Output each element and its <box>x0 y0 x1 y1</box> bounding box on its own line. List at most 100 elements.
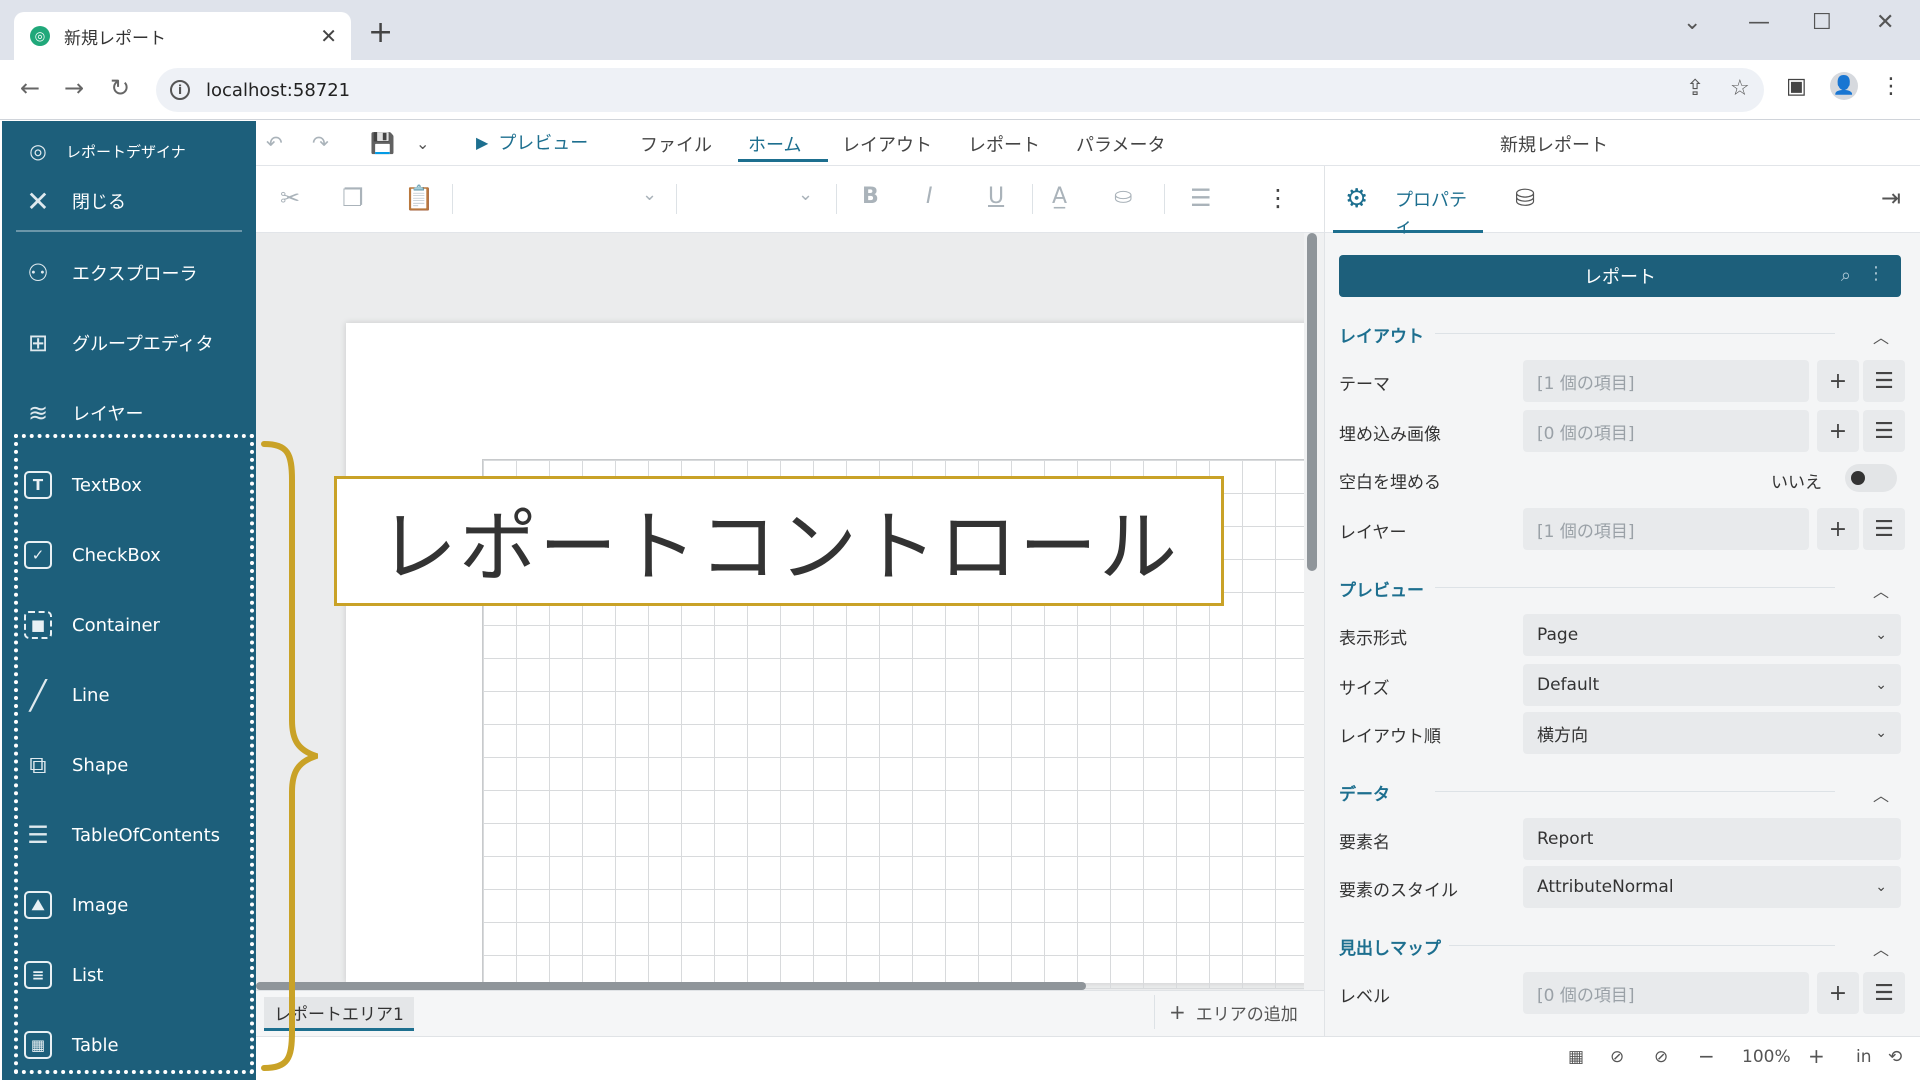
more-tools-icon[interactable]: ⋮ <box>1266 184 1290 212</box>
property-label: レベル <box>1339 987 1390 1007</box>
sidebar-item-group-editor[interactable]: ⊞ グループエディタ <box>2 323 256 363</box>
fill-color-icon[interactable]: ⛀ <box>1114 184 1132 209</box>
save-dropdown-icon[interactable]: ⌄ <box>416 134 429 153</box>
add-icon[interactable]: + <box>1817 972 1859 1014</box>
preview-button[interactable]: ▶ プレビュー <box>476 129 588 155</box>
control-label: Shape <box>72 754 129 776</box>
control-list[interactable]: ≡ List <box>2 955 256 995</box>
selected-object-header[interactable]: レポート ⌕ ⋮ <box>1339 255 1901 297</box>
site-info-icon[interactable]: i <box>170 80 190 100</box>
back-icon[interactable]: ← <box>20 74 40 102</box>
chevron-up-icon[interactable]: ︿ <box>1873 578 1889 602</box>
list-icon: ≡ <box>24 961 52 989</box>
sidebar-item-explorer[interactable]: ⚇ エクスプローラ <box>2 253 256 293</box>
property-label: レイヤー <box>1339 523 1407 543</box>
more-options-icon[interactable]: ⋮ <box>1867 263 1885 284</box>
layers-field[interactable]: [1 個の項目] <box>1523 508 1809 550</box>
control-shape[interactable]: ⧉ Shape <box>2 745 256 785</box>
embedded-images-field[interactable]: [0 個の項目] <box>1523 410 1809 452</box>
chevron-up-icon[interactable]: ︿ <box>1873 936 1889 960</box>
list-menu-icon[interactable]: ☰ <box>1863 972 1905 1014</box>
tab-properties-label: プロパティ <box>1395 190 1467 237</box>
browser-menu-icon[interactable]: ⋮ <box>1880 74 1902 99</box>
list-menu-icon[interactable]: ☰ <box>1863 410 1905 452</box>
zoom-in-button[interactable]: + <box>1808 1044 1825 1068</box>
control-table-of-contents[interactable]: ☰ TableOfContents <box>2 815 256 855</box>
canvas-vertical-scrollbar[interactable] <box>1307 233 1317 571</box>
url-field[interactable]: i localhost:58721 ⇪ ☆ <box>156 68 1764 112</box>
redo-icon[interactable]: ↷ <box>312 131 329 155</box>
align-icon[interactable]: ☰ <box>1190 184 1212 212</box>
cut-icon[interactable]: ✂ <box>280 184 300 212</box>
minimize-icon[interactable]: — <box>1748 10 1770 35</box>
add-area-button[interactable]: + エリアの追加 <box>1154 995 1298 1029</box>
section-bookmarks-title: 見出しマップ <box>1339 939 1441 959</box>
menu-parameters[interactable]: パラメータ <box>1076 131 1165 157</box>
control-textbox[interactable]: T TextBox <box>2 465 256 505</box>
close-designer-button[interactable]: ✕ 閉じる <box>2 183 256 219</box>
theme-field[interactable]: [1 個の項目] <box>1523 360 1809 402</box>
close-tab-icon[interactable]: ✕ <box>320 24 337 48</box>
collapse-panel-icon[interactable]: ⇥ <box>1881 184 1901 212</box>
font-family-dropdown[interactable]: ⌄ <box>642 184 657 205</box>
tab-properties[interactable]: ⚙ プロパティ <box>1333 166 1483 237</box>
menu-home[interactable]: ホーム <box>748 131 801 157</box>
snap-toggle-icon[interactable]: ⊘ <box>1610 1047 1624 1067</box>
chevron-up-icon[interactable]: ︿ <box>1873 782 1889 806</box>
new-tab-icon[interactable]: + <box>368 18 393 48</box>
sidebar-item-layers[interactable]: ≋ レイヤー <box>2 393 256 433</box>
bold-icon[interactable]: B <box>862 184 879 209</box>
display-format-select[interactable]: Page ⌄ <box>1523 614 1901 656</box>
control-table[interactable]: ▦ Table <box>2 1025 256 1065</box>
history-icon[interactable]: ⟲ <box>1888 1047 1902 1067</box>
tab-search-icon[interactable]: ⌄ <box>1683 10 1701 35</box>
element-style-select[interactable]: AttributeNormal ⌄ <box>1523 866 1901 908</box>
bookmark-star-icon[interactable]: ☆ <box>1730 76 1750 101</box>
control-line[interactable]: ╱ Line <box>2 675 256 715</box>
report-page[interactable] <box>346 323 1314 989</box>
unit-selector[interactable]: in <box>1856 1047 1872 1067</box>
underline-icon[interactable]: U <box>988 184 1004 209</box>
grid-toggle-icon[interactable]: ▦ <box>1568 1047 1584 1067</box>
data-source-icon[interactable]: ⛁ <box>1515 184 1535 212</box>
profile-avatar-icon[interactable]: 👤 <box>1830 72 1858 100</box>
add-icon[interactable]: + <box>1817 410 1859 452</box>
add-icon[interactable]: + <box>1817 508 1859 550</box>
element-name-field[interactable]: Report <box>1523 818 1901 860</box>
menu-layout[interactable]: レイアウト <box>842 131 932 157</box>
reload-icon[interactable]: ↻ <box>110 74 130 102</box>
list-menu-icon[interactable]: ☰ <box>1863 360 1905 402</box>
forward-icon[interactable]: → <box>64 74 84 102</box>
italic-icon[interactable]: I <box>926 184 933 209</box>
canvas-horizontal-scrollbar[interactable] <box>256 982 1086 990</box>
add-icon[interactable]: + <box>1817 360 1859 402</box>
layout-order-select[interactable]: 横方向 ⌄ <box>1523 712 1901 754</box>
zoom-out-button[interactable]: − <box>1698 1044 1715 1068</box>
copy-icon[interactable]: ❐ <box>342 184 364 212</box>
text-color-icon[interactable]: A̲ <box>1052 184 1067 209</box>
save-icon[interactable]: 💾 <box>370 131 395 155</box>
paste-icon[interactable]: 📋 <box>404 184 434 212</box>
group-editor-icon: ⊞ <box>27 329 49 357</box>
chevron-up-icon[interactable]: ︿ <box>1873 324 1889 348</box>
menu-file[interactable]: ファイル <box>640 131 712 157</box>
font-size-dropdown[interactable]: ⌄ <box>798 184 813 205</box>
share-icon[interactable]: ⇪ <box>1686 76 1704 101</box>
ruler-toggle-icon[interactable]: ⊘ <box>1654 1047 1668 1067</box>
close-window-icon[interactable]: ✕ <box>1876 10 1894 35</box>
zoom-level[interactable]: 100% <box>1742 1047 1791 1067</box>
fill-blank-toggle[interactable] <box>1845 464 1897 492</box>
report-canvas[interactable] <box>256 233 1314 990</box>
menu-report[interactable]: レポート <box>968 131 1040 157</box>
level-field[interactable]: [0 個の項目] <box>1523 972 1809 1014</box>
search-icon[interactable]: ⌕ <box>1841 265 1851 286</box>
undo-icon[interactable]: ↶ <box>266 131 283 155</box>
maximize-icon[interactable]: ☐ <box>1812 10 1832 35</box>
browser-tab[interactable]: ◎ 新規レポート ✕ <box>14 12 351 60</box>
control-checkbox[interactable]: ✓ CheckBox <box>2 535 256 575</box>
size-select[interactable]: Default ⌄ <box>1523 664 1901 706</box>
control-container[interactable]: ■ Container <box>2 605 256 645</box>
control-image[interactable]: ⛰ Image <box>2 885 256 925</box>
list-menu-icon[interactable]: ☰ <box>1863 508 1905 550</box>
side-panel-icon[interactable]: ▣ <box>1786 74 1807 99</box>
